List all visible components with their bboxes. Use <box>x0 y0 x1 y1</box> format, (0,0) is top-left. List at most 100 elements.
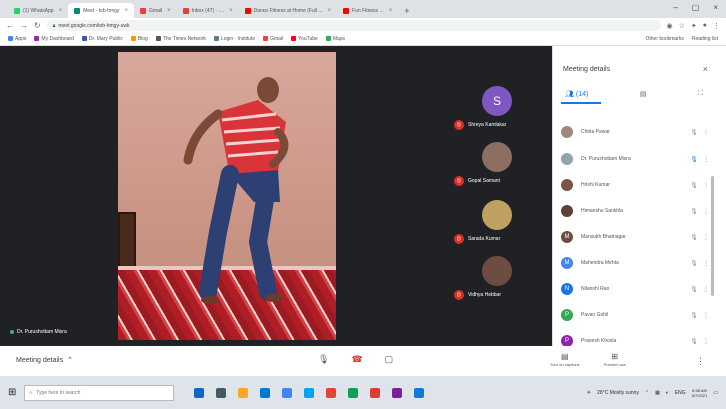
chrome-icon[interactable] <box>326 387 337 398</box>
bookmark[interactable]: The Times Network <box>155 36 206 42</box>
list-item[interactable]: Dr. Purushottam Misra 🎙︎ ⋮ <box>561 149 711 169</box>
bookmark[interactable]: Blog <box>130 36 148 42</box>
panel-scrollbar[interactable] <box>711 176 714 296</box>
mail-app-icon[interactable] <box>260 387 271 398</box>
mic-off-icon[interactable]: 🎙︎ <box>687 208 701 215</box>
bookmark[interactable]: Gmail <box>263 36 283 42</box>
bookmark[interactable]: Apps <box>8 36 26 42</box>
presenter-video[interactable] <box>118 52 336 340</box>
captions-button[interactable]: ▤ Turn on captions <box>550 352 580 367</box>
edge-icon[interactable] <box>304 387 315 398</box>
present-now-button[interactable]: ⊞ Present now <box>604 352 626 367</box>
list-item[interactable]: M Mahendra Mehta 🎙︎ ⋮ <box>561 253 711 273</box>
mic-off-icon[interactable]: 🎙︎ <box>687 312 701 319</box>
meeting-details-toggle[interactable]: Meeting details ⌃ <box>16 356 73 365</box>
participant-tile[interactable]: S ⦸ Shreya Kamlakar <box>440 86 550 136</box>
close-window-icon[interactable]: × <box>713 3 718 12</box>
star-icon[interactable]: ☆ <box>679 22 685 30</box>
list-item[interactable]: M Mansukh Bhatnagar 🎙︎ ⋮ <box>561 227 711 247</box>
more-icon[interactable]: ⋮ <box>701 312 711 319</box>
participant-tile[interactable]: ⦸ Sarada Kumar <box>440 200 550 250</box>
app-icon[interactable] <box>392 387 403 398</box>
network-icon[interactable]: ▦ <box>655 390 660 396</box>
volume-icon[interactable]: 🔈︎ <box>666 390 669 396</box>
close-icon[interactable]: × <box>59 8 63 14</box>
browser-tab[interactable]: (1) WhatsApp × <box>8 3 68 18</box>
new-tab-button[interactable]: + <box>398 6 415 18</box>
chrome-profile-icon[interactable] <box>348 387 359 398</box>
taskbar-search[interactable]: ⌕ Type here to search <box>24 384 175 401</box>
browser-tab[interactable]: Inbox (47) - .... × <box>177 3 239 18</box>
camera-button[interactable]: ▢ <box>385 354 394 365</box>
camera-icon[interactable]: ◉ <box>667 22 673 30</box>
app-icon[interactable] <box>370 387 381 398</box>
minimize-icon[interactable]: – <box>673 3 677 12</box>
hang-up-button[interactable]: ☎︎ <box>351 354 362 365</box>
profile-icon[interactable]: ● <box>703 22 707 30</box>
more-icon[interactable]: ⋮ <box>701 129 711 136</box>
more-icon[interactable]: ⋮ <box>701 338 711 345</box>
more-options-icon[interactable]: ⋮ <box>696 356 705 367</box>
list-item[interactable]: N Nilanshi Rao 🎙︎ ⋮ <box>561 279 711 299</box>
windows-start-icon[interactable]: ⊞ <box>8 387 16 398</box>
weather-text[interactable]: 28°C Mostly sunny <box>597 390 639 396</box>
language-label[interactable]: ENG <box>675 390 686 396</box>
mic-off-icon[interactable]: 🎙︎ <box>687 182 701 189</box>
mic-on-icon[interactable]: 🎙︎ <box>687 156 701 163</box>
word-icon[interactable] <box>414 387 425 398</box>
more-icon[interactable]: ⋮ <box>701 286 711 293</box>
bookmark[interactable]: Login - Institute <box>213 36 255 42</box>
bookmark[interactable]: YouTube <box>291 36 318 42</box>
mic-off-icon[interactable]: 🎙︎ <box>687 260 701 267</box>
menu-icon[interactable]: ⋮ <box>713 22 720 30</box>
close-icon[interactable]: × <box>125 8 129 14</box>
list-item[interactable]: P Pavan Gohil 🎙︎ ⋮ <box>561 305 711 325</box>
reload-icon[interactable]: ↻ <box>34 21 41 30</box>
tab-activities[interactable]: ⛶ <box>698 90 703 98</box>
cortana-icon[interactable] <box>194 387 205 398</box>
close-icon[interactable]: × <box>328 8 332 14</box>
list-item[interactable]: Hrishi Kumar 🎙︎ ⋮ <box>561 175 711 195</box>
list-item[interactable]: Chitra Pawar 🎙︎ ⋮ <box>561 122 711 142</box>
participant-tile[interactable]: ⦸ Gopal Samant <box>440 142 550 192</box>
store-icon[interactable] <box>282 387 293 398</box>
participant-tile[interactable]: ⦸ Vidhya Hebbar <box>440 256 550 306</box>
mic-off-icon[interactable]: 🎙︎ <box>687 129 701 136</box>
close-icon[interactable]: × <box>167 8 171 14</box>
browser-tab[interactable]: Gmail × <box>134 3 177 18</box>
bookmark[interactable]: My Dashboard <box>34 36 74 42</box>
more-icon[interactable]: ⋮ <box>701 208 711 215</box>
close-icon[interactable]: × <box>229 8 233 14</box>
file-explorer-icon[interactable] <box>238 387 249 398</box>
mic-off-icon[interactable]: 🎙︎ <box>687 286 701 293</box>
browser-tab-active[interactable]: Meet - tob-hmgy × <box>68 3 135 18</box>
more-icon[interactable]: ⋮ <box>701 234 711 241</box>
reading-list[interactable]: Reading list <box>692 36 718 42</box>
back-icon[interactable]: ← <box>6 21 14 30</box>
bookmark[interactable]: Dr. Mary Public <box>81 36 123 42</box>
close-icon[interactable]: × <box>389 8 393 14</box>
browser-tab[interactable]: Fun Fitness ... × <box>337 3 398 18</box>
puzzle-icon[interactable]: ✦ <box>691 22 697 30</box>
more-icon[interactable]: ⋮ <box>701 156 711 163</box>
mic-button[interactable]: 🎙︎ <box>318 354 329 365</box>
close-icon[interactable]: × <box>703 64 708 74</box>
weather-icon[interactable]: ☀︎ <box>587 390 591 396</box>
notifications-icon[interactable]: ▭ <box>713 390 718 396</box>
tab-chat[interactable]: ▤ <box>640 90 647 98</box>
tab-people[interactable]: 👥︎ (14) <box>565 90 588 99</box>
more-icon[interactable]: ⋮ <box>701 182 711 189</box>
chevron-up-icon[interactable]: ⌃ <box>645 390 649 396</box>
forward-icon[interactable]: → <box>20 21 28 30</box>
other-bookmarks[interactable]: Other bookmarks <box>646 36 684 42</box>
clock[interactable]: 6:58 AM 5/7/2021 <box>692 388 708 398</box>
more-icon[interactable]: ⋮ <box>701 260 711 267</box>
mic-off-icon[interactable]: 🎙︎ <box>687 234 701 241</box>
browser-tab[interactable]: Dance Fitness at Home (Full ... × <box>239 3 337 18</box>
address-bar[interactable]: 🔒︎ meet.google.com/tob-hmgy-uwk <box>46 20 661 31</box>
mic-off-icon[interactable]: 🎙︎ <box>687 338 701 345</box>
list-item[interactable]: Himanshu Sankhla 🎙︎ ⋮ <box>561 201 711 221</box>
bookmark[interactable]: Maps <box>325 36 345 42</box>
maximize-icon[interactable]: ▢ <box>692 3 700 12</box>
task-view-icon[interactable] <box>216 387 227 398</box>
